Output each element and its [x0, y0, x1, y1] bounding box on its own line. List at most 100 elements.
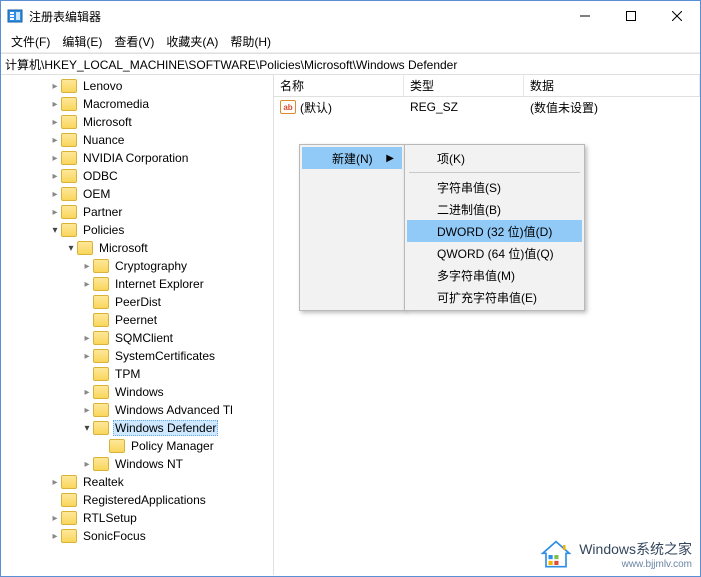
- tree-item[interactable]: SystemCertificates: [1, 347, 273, 365]
- folder-icon: [109, 439, 125, 453]
- context-menu-item[interactable]: 可扩充字符串值(E): [407, 286, 582, 308]
- expand-toggle-icon[interactable]: [49, 153, 61, 164]
- tree-item-label: Partner: [81, 205, 124, 219]
- close-button[interactable]: [654, 1, 700, 31]
- tree-item[interactable]: ODBC: [1, 167, 273, 185]
- expand-toggle-icon[interactable]: [49, 531, 61, 542]
- context-menu-item[interactable]: 字符串值(S): [407, 176, 582, 198]
- col-data[interactable]: 数据: [524, 75, 700, 96]
- folder-icon: [61, 169, 77, 183]
- tree-item[interactable]: PeerDist: [1, 293, 273, 311]
- tree-pane[interactable]: Lenovo Macromedia Microsoft Nuance NVIDIA Co…: [1, 75, 274, 575]
- expand-toggle-icon[interactable]: [49, 225, 61, 236]
- folder-icon: [61, 529, 77, 543]
- menu-bar: 文件(F) 编辑(E) 查看(V) 收藏夹(A) 帮助(H): [1, 31, 700, 53]
- context-menu-item[interactable]: 多字符串值(M): [407, 264, 582, 286]
- context-menu-item-label: 字符串值(S): [437, 179, 501, 196]
- tree-item[interactable]: Windows Defender: [1, 419, 273, 437]
- minimize-icon: [580, 11, 590, 21]
- folder-icon: [61, 97, 77, 111]
- expand-toggle-icon[interactable]: [49, 99, 61, 110]
- expand-toggle-icon[interactable]: [49, 171, 61, 182]
- folder-icon: [61, 493, 77, 507]
- value-name: (默认): [300, 99, 332, 116]
- expand-toggle-icon[interactable]: [81, 459, 93, 470]
- tree-item[interactable]: Windows NT: [1, 455, 273, 473]
- tree-item-label: Macromedia: [81, 97, 151, 111]
- expand-toggle-icon[interactable]: [49, 513, 61, 524]
- tree-item[interactable]: Peernet: [1, 311, 273, 329]
- expand-toggle-icon[interactable]: [49, 189, 61, 200]
- watermark-title: Windows系统之家: [579, 539, 692, 559]
- folder-icon: [61, 133, 77, 147]
- tree-item[interactable]: RegisteredApplications: [1, 491, 273, 509]
- expand-toggle-icon[interactable]: [49, 117, 61, 128]
- maximize-button[interactable]: [608, 1, 654, 31]
- folder-icon: [61, 79, 77, 93]
- menu-favorites[interactable]: 收藏夹(A): [160, 31, 224, 52]
- col-name[interactable]: 名称: [274, 75, 404, 96]
- context-menu-item[interactable]: 项(K): [407, 147, 582, 169]
- tree-item[interactable]: Lenovo: [1, 77, 273, 95]
- menu-view[interactable]: 查看(V): [108, 31, 160, 52]
- tree-item[interactable]: Microsoft: [1, 113, 273, 131]
- tree-item-label: Policies: [81, 223, 126, 237]
- tree-item[interactable]: Macromedia: [1, 95, 273, 113]
- tree-item-label: OEM: [81, 187, 112, 201]
- expand-toggle-icon[interactable]: [81, 405, 93, 416]
- minimize-button[interactable]: [562, 1, 608, 31]
- tree-item[interactable]: Partner: [1, 203, 273, 221]
- context-menu-new-sub: 项(K) 字符串值(S) 二进制值(B)DWORD (32 位)值(D)QWORD …: [404, 144, 585, 311]
- expand-toggle-icon[interactable]: [81, 261, 93, 272]
- tree-item-label: RegisteredApplications: [81, 493, 208, 507]
- expand-toggle-icon[interactable]: [49, 81, 61, 92]
- address-bar[interactable]: 计算机\HKEY_LOCAL_MACHINE\SOFTWARE\Policies…: [1, 53, 700, 75]
- tree-item[interactable]: TPM: [1, 365, 273, 383]
- folder-icon: [93, 259, 109, 273]
- tree-item-label: Realtek: [81, 475, 126, 489]
- expand-toggle-icon[interactable]: [81, 279, 93, 290]
- value-row[interactable]: ab(默认)REG_SZ(数值未设置): [274, 97, 700, 117]
- expand-toggle-icon[interactable]: [81, 351, 93, 362]
- menu-help[interactable]: 帮助(H): [224, 31, 277, 52]
- tree-item-label: SQMClient: [113, 331, 175, 345]
- expand-toggle-icon[interactable]: [81, 387, 93, 398]
- tree-item[interactable]: Policy Manager: [1, 437, 273, 455]
- tree-item-label: NVIDIA Corporation: [81, 151, 190, 165]
- tree-item[interactable]: Internet Explorer: [1, 275, 273, 293]
- tree-item[interactable]: Microsoft: [1, 239, 273, 257]
- tree-item[interactable]: NVIDIA Corporation: [1, 149, 273, 167]
- context-menu-root: 新建(N)▶: [299, 144, 405, 311]
- tree-item-label: Microsoft: [97, 241, 150, 255]
- menu-edit[interactable]: 编辑(E): [56, 31, 108, 52]
- watermark-url: www.bjjmlv.com: [579, 559, 692, 570]
- context-menu-item[interactable]: QWORD (64 位)值(Q): [407, 242, 582, 264]
- menu-file[interactable]: 文件(F): [5, 31, 56, 52]
- expand-toggle-icon[interactable]: [49, 135, 61, 146]
- context-menu-item[interactable]: DWORD (32 位)值(D): [407, 220, 582, 242]
- expand-toggle-icon[interactable]: [81, 333, 93, 344]
- tree-item-label: Nuance: [81, 133, 126, 147]
- expand-toggle-icon[interactable]: [49, 207, 61, 218]
- tree-item-label: Microsoft: [81, 115, 134, 129]
- tree-item-label: Windows: [113, 385, 166, 399]
- tree-item[interactable]: SQMClient: [1, 329, 273, 347]
- col-type[interactable]: 类型: [404, 75, 524, 96]
- expand-toggle-icon[interactable]: [65, 243, 77, 254]
- expand-toggle-icon[interactable]: [81, 423, 93, 434]
- tree-item[interactable]: Windows: [1, 383, 273, 401]
- folder-icon: [61, 511, 77, 525]
- tree-item-label: Cryptography: [113, 259, 189, 273]
- menu-separator: [409, 172, 580, 173]
- tree-item[interactable]: SonicFocus: [1, 527, 273, 545]
- tree-item[interactable]: Nuance: [1, 131, 273, 149]
- expand-toggle-icon[interactable]: [49, 477, 61, 488]
- context-menu-item[interactable]: 二进制值(B): [407, 198, 582, 220]
- tree-item[interactable]: OEM: [1, 185, 273, 203]
- tree-item[interactable]: RTLSetup: [1, 509, 273, 527]
- tree-item[interactable]: Realtek: [1, 473, 273, 491]
- tree-item[interactable]: Policies: [1, 221, 273, 239]
- tree-item[interactable]: Windows Advanced Tl: [1, 401, 273, 419]
- tree-item[interactable]: Cryptography: [1, 257, 273, 275]
- context-menu-item[interactable]: 新建(N)▶: [302, 147, 402, 169]
